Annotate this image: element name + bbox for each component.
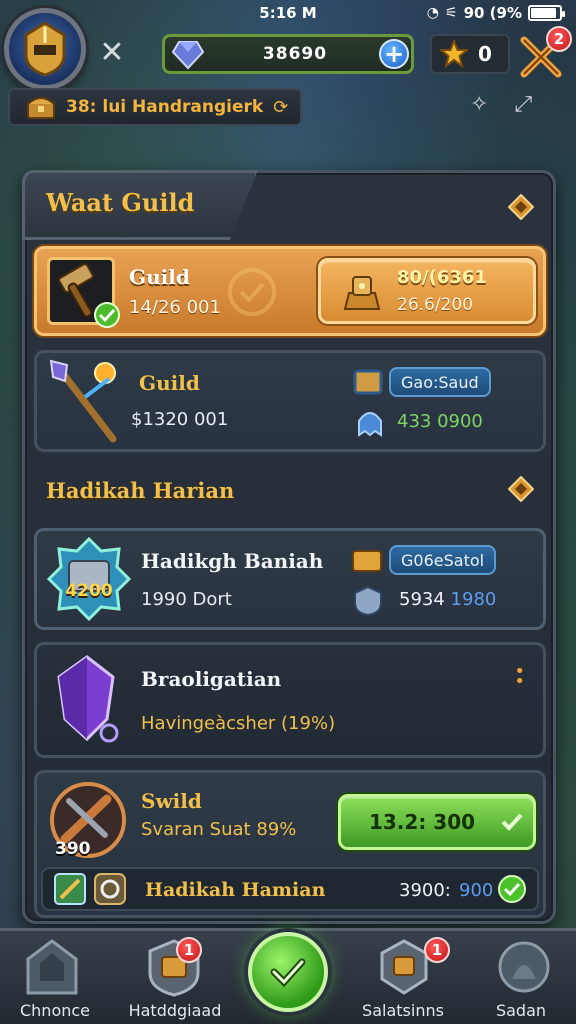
close-button[interactable]: ✕ (94, 34, 130, 70)
section-diamond-icon[interactable] (508, 476, 534, 502)
battery-text: 90 (9% (463, 4, 522, 22)
footer-stat-a: 3900: (399, 880, 451, 901)
status-icons: ◔ ⚟ 90 (9% (426, 4, 565, 22)
emblem-badge-2: 390 (45, 777, 131, 863)
leaf-check-icon (498, 875, 526, 903)
checkmark-watermark-icon (228, 268, 276, 316)
card2-stat: 433 0900 (397, 411, 483, 432)
star-counter[interactable]: 0 (430, 34, 510, 74)
more-icon[interactable]: • • (514, 663, 525, 691)
expand-icon[interactable]: ⤢ (514, 92, 532, 117)
shield-icon (354, 585, 382, 617)
staff-icon (49, 359, 117, 443)
card3-stats: 5934 1980 (399, 589, 496, 610)
card4-title: Braoligatian (141, 667, 282, 691)
star-count: 0 (478, 42, 492, 66)
card3-stat-b: 1980 (450, 589, 497, 610)
sub-icons: ✧ ⤢ (470, 92, 532, 117)
checkmark-icon (94, 302, 120, 328)
card2-pill: Gao:Saud (389, 367, 491, 397)
card3-stat-a: 5934 (399, 589, 445, 610)
plus-icon: + (383, 40, 405, 68)
emblem-value: 4200 (65, 581, 113, 601)
crystal-icon (57, 655, 119, 743)
close-icon: ✕ (99, 34, 125, 70)
panel-title: Waat Guild (46, 188, 195, 217)
card5-subtitle: Svaran Suat 89% (141, 819, 297, 840)
card2-title: Guild (139, 371, 200, 395)
section-header: Hadikah Harian (46, 478, 235, 503)
signal-icon: ⚟ (445, 5, 458, 21)
battery-icon (528, 5, 565, 21)
guild-card-2[interactable]: Guild $1320 001 Gao:Saud 433 0900 (34, 350, 546, 452)
featured-subtitle: 14/26 001 (129, 297, 221, 318)
nav-badge-settings: 1 (424, 937, 450, 963)
obligation-card[interactable]: Braoligatian Havingeàcsher (19%) • • (34, 642, 546, 758)
nav-label-guild: Hatddgiaad (128, 1001, 222, 1020)
battle-button[interactable]: 2 (518, 26, 572, 80)
emblem-badge: 4200 (46, 536, 132, 622)
checkmark-icon (501, 813, 523, 831)
chest-small-icon (352, 550, 382, 572)
checkmark-icon (270, 958, 306, 988)
hammer-badge (47, 257, 120, 328)
nav-item-settings[interactable]: 1 Salatsinns (348, 935, 458, 1024)
nav-item-guild[interactable]: 1 Hatddgiaad (120, 935, 230, 1024)
add-currency-button[interactable]: + (379, 39, 409, 69)
nav-item-chance[interactable]: Chnonce (0, 935, 110, 1024)
player-avatar[interactable] (4, 8, 86, 90)
home-icon (26, 939, 78, 995)
claim-label: 13.2: 300 (368, 810, 476, 834)
gear-icon (94, 873, 126, 905)
refresh-icon: ⟳ (273, 96, 289, 118)
flag-star-icon[interactable]: ✧ (470, 92, 488, 117)
treasure-pile-icon (343, 276, 381, 310)
featured-title: Guild (129, 265, 190, 289)
nav-label-chance: Chnonce (19, 1001, 91, 1020)
chest-small-icon (353, 369, 383, 395)
subbar-text: 38: lui Handrangierk (66, 97, 264, 117)
footer-stat-b: 900 (459, 880, 494, 901)
treasure-chest-icon (27, 97, 55, 119)
nav-label-settings: Salatsinns (362, 1001, 444, 1020)
daily-card[interactable]: 4200 Hadikgh Baniah 1990 Dort G06eSatol … (34, 528, 546, 630)
reward-bottom-value: 26.6/200 (397, 295, 474, 315)
helmet-icon (24, 21, 66, 77)
card5-title: Swild (141, 789, 202, 813)
nav-item-sadan[interactable]: Sadan (466, 935, 576, 1024)
featured-reward-button[interactable]: 80/(6361 26.6/200 (318, 258, 536, 324)
reward-top-value: 80/(6361 (397, 267, 487, 288)
currency-bar: 38690 + (162, 34, 414, 74)
nav-badge-guild: 1 (176, 937, 202, 963)
card2-subtitle: $1320 001 (131, 409, 229, 430)
diamond-icon[interactable] (508, 194, 534, 220)
card3-title: Hadikgh Baniah (141, 549, 324, 573)
emblem-value-2: 390 (55, 839, 91, 859)
gem-icon (171, 41, 205, 70)
guild-subbar[interactable]: 38: lui Handrangierk ⟳ (8, 88, 302, 126)
battle-badge: 2 (546, 26, 572, 52)
claim-button[interactable]: 13.2: 300 (338, 794, 536, 850)
nav-center-button[interactable] (248, 932, 328, 1012)
footer-label: Hadikah Hamian (145, 879, 326, 901)
ghost-icon (358, 412, 382, 437)
wifi-icon: ◔ (426, 5, 440, 21)
card5-footer: Hadikah Hamian 3900: 900 (41, 867, 539, 911)
star-icon (440, 40, 468, 68)
card3-pill: G06eSatol (389, 545, 497, 575)
card3-subtitle: 1990 Dort (141, 589, 232, 610)
crate-icon (54, 873, 86, 905)
nav-label-sadan: Sadan (495, 1001, 547, 1020)
bag-icon (498, 941, 550, 993)
status-bar: 5:16 M ◔ ⚟ 90 (9% (0, 0, 576, 26)
card4-subtitle: Havingeàcsher (19%) (141, 713, 336, 734)
